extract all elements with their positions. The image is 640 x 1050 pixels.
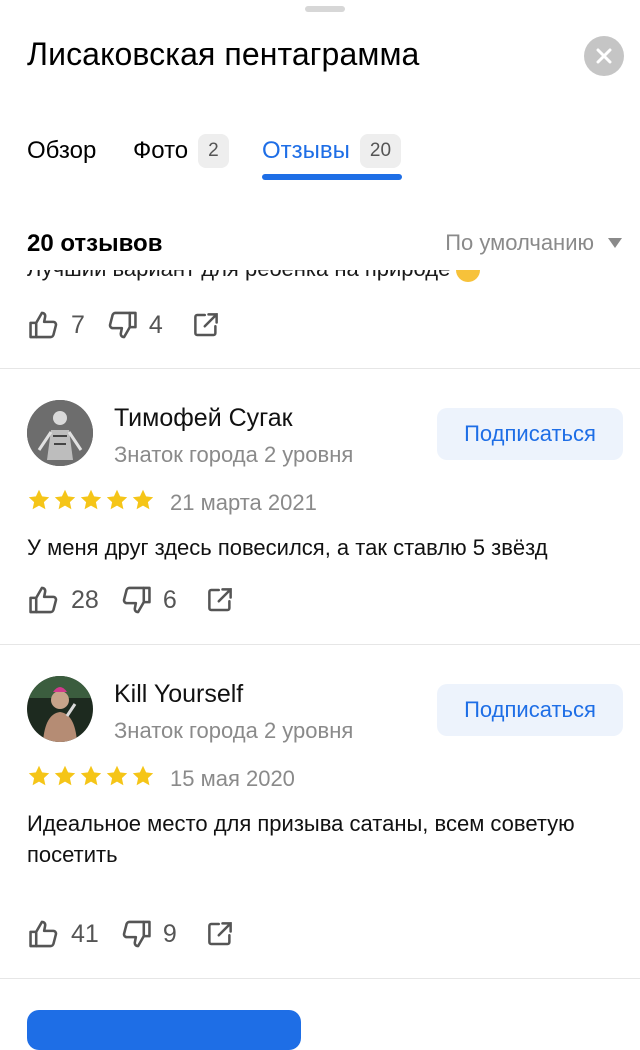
share-icon <box>207 588 232 612</box>
review-date: 15 мая 2020 <box>170 766 295 791</box>
star-icon <box>80 765 102 786</box>
review-card: Kill Yourself Знаток города 2 уровня Под… <box>0 644 640 978</box>
write-review-button[interactable] <box>27 1010 301 1050</box>
avatar-image <box>27 676 93 742</box>
dislike-count: 9 <box>162 919 177 948</box>
tab-reviews-badge: 20 <box>359 134 402 168</box>
star-icon <box>54 489 76 510</box>
star-icon <box>28 765 50 786</box>
share-button[interactable] <box>191 310 231 340</box>
thumbs-up-icon <box>29 586 58 614</box>
subscribe-button[interactable]: Подписаться <box>437 684 623 736</box>
rating-stars <box>27 764 157 788</box>
share-icon <box>193 313 218 337</box>
smile-emoji-icon <box>456 270 481 283</box>
review-divider <box>0 978 640 979</box>
star-icon <box>106 765 128 786</box>
tab-photos[interactable]: Фото 2 <box>133 126 229 176</box>
star-icon <box>132 489 154 510</box>
dislike-count: 4 <box>148 310 163 339</box>
like-count: 7 <box>71 310 85 339</box>
share-button[interactable] <box>205 919 245 949</box>
thumbs-down-icon <box>108 311 137 339</box>
partial-review-actions: 7 4 <box>27 305 251 345</box>
thumbs-down-icon <box>122 920 151 948</box>
tab-overview[interactable]: Обзор <box>27 126 96 176</box>
place-title: Лисаковская пентаграмма <box>27 36 420 72</box>
tab-reviews[interactable]: Отзывы 20 <box>262 126 402 176</box>
like-button[interactable]: 7 <box>27 308 85 342</box>
star-icon <box>28 489 50 510</box>
reviews-list[interactable]: Лучший вариант для ребенка на природе 7 … <box>0 270 640 1020</box>
author-name[interactable]: Kill Yourself <box>114 680 243 709</box>
share-icon <box>207 922 232 946</box>
rating-stars <box>27 488 157 512</box>
star-icon <box>106 489 128 510</box>
tab-photos-badge: 2 <box>198 134 229 168</box>
star-icon <box>132 765 154 786</box>
thumbs-up-icon <box>29 311 58 339</box>
sheet-grabber[interactable] <box>305 6 345 12</box>
dislike-count: 6 <box>162 585 177 614</box>
avatar-image <box>27 400 93 466</box>
review-text: Идеальное место для призыва сатаны, всем… <box>27 811 575 867</box>
share-button[interactable] <box>205 585 245 615</box>
author-level: Знаток города 2 уровня <box>114 718 354 743</box>
like-button[interactable]: 41 <box>27 917 99 951</box>
author-level: Знаток города 2 уровня <box>114 442 354 467</box>
dropdown-arrow-icon <box>608 238 622 248</box>
sort-dropdown[interactable]: По умолчанию <box>445 230 622 256</box>
dislike-button[interactable]: 9 <box>119 917 177 951</box>
review-card: Тимофей Сугак Знаток города 2 уровня Под… <box>0 368 640 644</box>
avatar[interactable] <box>27 676 93 742</box>
review-actions: 28 6 <box>27 580 265 620</box>
thumbs-down-icon <box>122 586 151 614</box>
star-icon <box>54 765 76 786</box>
like-count: 28 <box>71 585 99 614</box>
review-actions: 41 9 <box>27 914 265 954</box>
sort-label: По умолчанию <box>445 230 594 255</box>
like-button[interactable]: 28 <box>27 583 99 617</box>
close-icon <box>596 48 612 64</box>
tab-reviews-label: Отзывы <box>262 137 350 164</box>
reviews-count: 20 отзывов <box>27 230 163 257</box>
review-date: 21 марта 2021 <box>170 490 317 515</box>
dislike-button[interactable]: 4 <box>105 308 163 342</box>
star-icon <box>80 489 102 510</box>
avatar[interactable] <box>27 400 93 466</box>
reviews-toolbar: 20 отзывов По умолчанию <box>0 216 640 270</box>
active-tab-indicator <box>262 174 402 180</box>
subscribe-button[interactable]: Подписаться <box>437 408 623 460</box>
tab-photos-label: Фото <box>133 137 189 164</box>
tab-overview-label: Обзор <box>27 137 97 164</box>
dislike-button[interactable]: 6 <box>119 583 177 617</box>
author-name[interactable]: Тимофей Сугак <box>114 404 293 433</box>
review-text: У меня друг здесь повесился, а так ставл… <box>27 535 548 560</box>
like-count: 41 <box>71 919 99 948</box>
partial-review-text: Лучший вариант для ребенка на природе <box>27 270 481 283</box>
thumbs-up-icon <box>29 920 58 948</box>
close-button[interactable] <box>584 36 624 76</box>
